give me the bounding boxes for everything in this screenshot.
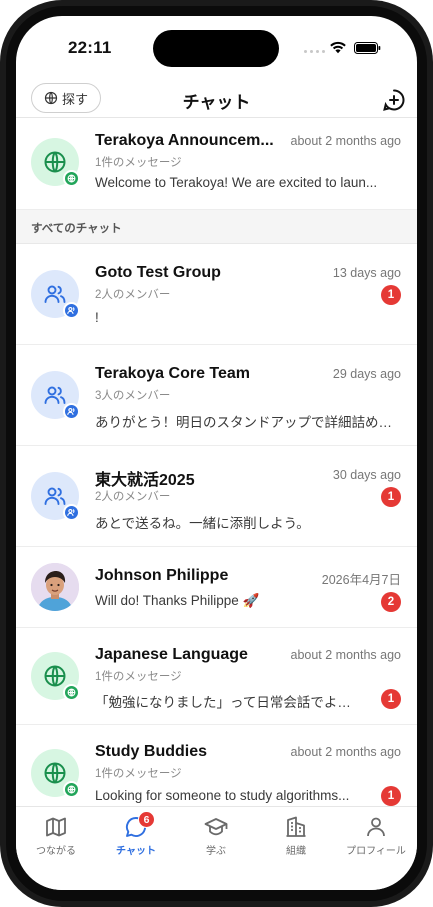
tab-learn[interactable]: 学ぶ bbox=[176, 815, 256, 857]
tab-label: つながる bbox=[36, 846, 76, 857]
chat-preview: Will do! Thanks Philippe 🚀 bbox=[95, 593, 260, 608]
avatar bbox=[31, 371, 80, 420]
chat-subtitle: 1件のメッセージ bbox=[95, 157, 182, 169]
tab-profile[interactable]: プロフィール bbox=[336, 815, 416, 857]
chat-name: Terakoya Core Team bbox=[95, 365, 251, 382]
graduation-cap-icon bbox=[204, 818, 228, 836]
tab-label: チャット bbox=[116, 846, 156, 857]
chat-row-announcement[interactable]: Terakoya Announcem... about 2 months ago… bbox=[16, 118, 417, 210]
group-badge-icon bbox=[63, 504, 80, 521]
avatar bbox=[31, 563, 79, 611]
app-header: 探す チャット bbox=[16, 80, 417, 118]
chat-preview: ! bbox=[95, 310, 99, 325]
signal-icon bbox=[304, 50, 325, 53]
chat-preview: ありがとう！明日のスタンドアップで詳細詰めま… bbox=[95, 415, 401, 430]
chat-time: about 2 months ago bbox=[290, 745, 402, 759]
user-photo bbox=[31, 563, 79, 611]
tab-label: 学ぶ bbox=[206, 846, 226, 857]
globe-icon bbox=[44, 665, 66, 687]
status-bar: 22:11 bbox=[16, 16, 417, 80]
avatar bbox=[31, 749, 80, 798]
dynamic-island bbox=[153, 30, 279, 67]
screen: 22:11 探す チャット Terakoya Announcem... abou… bbox=[16, 16, 417, 890]
globe-badge-icon bbox=[63, 781, 80, 798]
chat-name: Johnson Philippe bbox=[95, 567, 229, 584]
chat-time: 2026年4月7日 bbox=[321, 573, 401, 587]
tab-organization[interactable]: 組織 bbox=[256, 815, 336, 857]
chat-name: Goto Test Group bbox=[95, 264, 221, 281]
unread-badge: 1 bbox=[381, 689, 401, 709]
chat-subtitle: 1件のメッセージ bbox=[95, 671, 182, 683]
section-header-label: すべてのチャット bbox=[31, 223, 122, 235]
building-icon bbox=[286, 816, 306, 837]
chat-name: Study Buddies bbox=[95, 743, 208, 760]
section-header: すべてのチャット bbox=[16, 210, 417, 244]
group-badge-icon bbox=[63, 302, 80, 319]
avatar bbox=[31, 472, 80, 521]
chat-time: 13 days ago bbox=[332, 266, 401, 280]
chat-subtitle: 2人のメンバー bbox=[95, 289, 171, 301]
chat-list: Terakoya Announcem... about 2 months ago… bbox=[16, 118, 417, 806]
chat-time: 29 days ago bbox=[332, 367, 401, 381]
chat-preview: Welcome to Terakoya! We are excited to l… bbox=[95, 175, 378, 190]
tab-label: 組織 bbox=[286, 846, 306, 857]
group-icon bbox=[44, 285, 66, 303]
globe-icon bbox=[44, 762, 66, 784]
chat-subtitle: 1件のメッセージ bbox=[95, 768, 182, 780]
chat-row[interactable]: 東大就活2025 30 days ago 2人のメンバー 1 あとで送るね。一緒… bbox=[16, 446, 417, 547]
tab-badge: 6 bbox=[138, 811, 155, 828]
chat-preview: 「勉強になりました」って日常会話でよく使… bbox=[95, 695, 363, 710]
chat-row[interactable]: Terakoya Core Team 29 days ago 3人のメンバー あ… bbox=[16, 345, 417, 446]
unread-badge: 1 bbox=[381, 786, 401, 806]
group-icon bbox=[44, 386, 66, 404]
status-time: 22:11 bbox=[68, 38, 112, 57]
unread-badge: 1 bbox=[381, 487, 401, 507]
chat-row[interactable]: Johnson Philippe 2026年4月7日 Will do! Than… bbox=[16, 547, 417, 628]
avatar bbox=[31, 138, 80, 187]
chat-subtitle: 3人のメンバー bbox=[95, 390, 171, 402]
tab-bar: つながる 6 チャット 学ぶ 組織 プロフィール bbox=[16, 806, 417, 890]
globe-badge-icon bbox=[63, 170, 80, 187]
chat-time: about 2 months ago bbox=[290, 134, 402, 148]
group-icon bbox=[44, 487, 66, 505]
tab-connect[interactable]: つながる bbox=[16, 815, 96, 857]
phone-frame: 22:11 探す チャット Terakoya Announcem... abou… bbox=[0, 0, 433, 907]
chat-name: 東大就活2025 bbox=[95, 472, 195, 489]
chat-name: Terakoya Announcem... bbox=[95, 132, 274, 149]
chat-preview: Looking for someone to study algorithms.… bbox=[95, 788, 350, 803]
unread-badge: 2 bbox=[381, 592, 401, 612]
chat-row[interactable]: Study Buddies about 2 months ago 1件のメッセー… bbox=[16, 725, 417, 806]
chat-subtitle: 2人のメンバー bbox=[95, 491, 171, 503]
page-title: チャット bbox=[182, 93, 251, 112]
chat-row[interactable]: Goto Test Group 13 days ago 2人のメンバー 1 ! bbox=[16, 244, 417, 345]
globe-badge-icon bbox=[63, 684, 80, 701]
wifi-icon bbox=[330, 41, 346, 54]
group-badge-icon bbox=[63, 403, 80, 420]
map-icon bbox=[46, 817, 66, 837]
unread-badge: 1 bbox=[381, 285, 401, 305]
chat-preview: あとで送るね。一緒に添削しよう。 bbox=[95, 516, 310, 531]
chat-time: 30 days ago bbox=[332, 468, 401, 482]
person-icon bbox=[367, 817, 385, 837]
avatar bbox=[31, 652, 80, 701]
battery-icon bbox=[354, 42, 381, 54]
new-chat-icon[interactable] bbox=[382, 88, 406, 112]
chat-name: Japanese Language bbox=[95, 646, 248, 663]
tab-chat[interactable]: 6 チャット bbox=[96, 811, 176, 857]
avatar bbox=[31, 270, 80, 319]
tab-label: プロフィール bbox=[346, 846, 406, 857]
chat-time: about 2 months ago bbox=[290, 648, 402, 662]
globe-icon bbox=[44, 151, 66, 173]
chat-row[interactable]: Japanese Language about 2 months ago 1件の… bbox=[16, 628, 417, 725]
